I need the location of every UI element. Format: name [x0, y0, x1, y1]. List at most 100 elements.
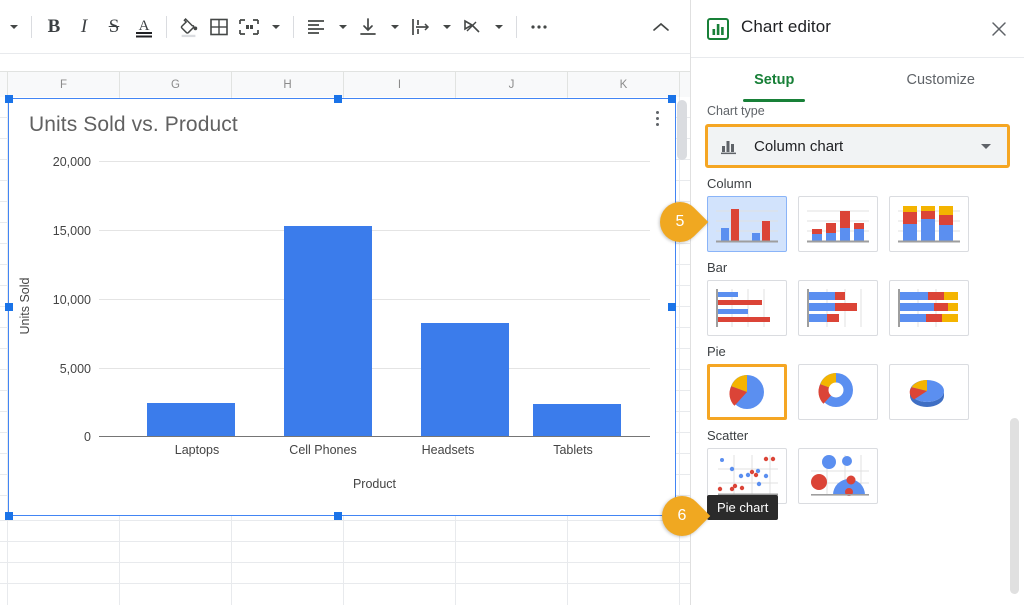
chart-type-select[interactable]: Column chart [705, 124, 1010, 168]
close-icon[interactable] [986, 16, 1012, 42]
chart-title: Units Sold vs. Product [29, 113, 238, 136]
thumb-doughnut-chart[interactable] [798, 364, 878, 420]
chart-object[interactable]: Units Sold vs. Product Units Sold 20,000… [8, 98, 676, 516]
y-tick-label: 5,000 [59, 362, 91, 376]
chevron-down-icon [981, 143, 991, 149]
chart-bar-laptops [147, 403, 235, 436]
more-options-button[interactable] [524, 12, 554, 42]
thumb-3d-pie-chart[interactable] [889, 364, 969, 420]
x-tick-label: Tablets [553, 443, 593, 457]
chart-type-label: Chart type [707, 104, 765, 118]
toolbar-divider-4 [516, 16, 517, 38]
column-chart-icon [720, 137, 740, 155]
bold-button[interactable]: B [39, 12, 69, 42]
tab-setup[interactable]: Setup [691, 58, 858, 102]
fill-color-button[interactable] [174, 12, 204, 42]
column-header-F[interactable]: F [8, 72, 120, 98]
align-left-icon [308, 20, 324, 34]
resize-handle-bottom-left[interactable] [5, 512, 13, 520]
merge-cells-icon [239, 19, 259, 35]
resize-handle-middle-right[interactable] [668, 303, 676, 311]
toolbar-divider-1 [31, 16, 32, 38]
chart-bar-tablets [533, 404, 621, 436]
chart-group-title: Column [707, 176, 752, 191]
chart-editor-tabs: Setup Customize [691, 58, 1024, 102]
text-rotation-icon [464, 19, 480, 33]
merge-cells-caret-icon[interactable] [264, 12, 286, 42]
text-wrapping-caret-icon[interactable] [435, 12, 457, 42]
strikethrough-button[interactable]: S [99, 12, 129, 42]
borders-button[interactable] [204, 12, 234, 42]
y-tick-label: 20,000 [52, 155, 91, 169]
chart-group-bar: Bar [691, 260, 1024, 336]
column-header-I[interactable]: I [344, 72, 456, 98]
tab-customize[interactable]: Customize [858, 58, 1024, 102]
vertical-align-bottom-icon [360, 18, 376, 35]
x-tick-label: Laptops [174, 443, 220, 457]
spreadsheet-vertical-scrollbar[interactable] [677, 100, 687, 160]
resize-handle-top-left[interactable] [5, 95, 13, 103]
chart-group-title: Bar [707, 260, 728, 275]
chevron-up-icon [653, 22, 669, 31]
merge-cells-button[interactable] [234, 12, 264, 42]
thumb-stacked-bar[interactable] [798, 280, 878, 336]
chart-group-title: Pie [707, 344, 726, 359]
borders-icon [210, 18, 228, 36]
resize-handle-top-center[interactable] [334, 95, 342, 103]
text-rotation-caret-icon[interactable] [487, 12, 509, 42]
chart-group-pie: Pie [691, 344, 1024, 420]
collapse-toolbar-button[interactable] [646, 12, 676, 42]
resize-handle-top-right[interactable] [668, 95, 676, 103]
pie-chart-tooltip: Pie chart [707, 495, 779, 520]
resize-handle-middle-left[interactable] [5, 303, 13, 311]
chart-x-axis-line [99, 436, 650, 437]
chart-plot-area [99, 161, 650, 437]
chart-bar-headsets [421, 323, 509, 436]
column-header-G[interactable]: G [120, 72, 232, 98]
column-header-H[interactable]: H [232, 72, 344, 98]
thumb-clustered-column[interactable] [707, 196, 787, 252]
thumb-clustered-bar[interactable] [707, 280, 787, 336]
thumb-stacked-column[interactable] [798, 196, 878, 252]
vertical-align-button[interactable] [353, 12, 383, 42]
callout-number: 5 [675, 213, 685, 230]
horizontal-align-button[interactable] [301, 12, 331, 42]
chart-bar-cell-phones [284, 226, 372, 436]
formatting-toolbar: B I S A [0, 0, 690, 54]
bar-chart-icon [707, 18, 729, 40]
horizontal-align-caret-icon[interactable] [331, 12, 353, 42]
text-color-button[interactable]: A [129, 12, 159, 42]
y-tick-label: 0 [84, 430, 91, 444]
chart-group-title: Scatter [707, 428, 749, 443]
google-sheets-chart-editor-screen: B I S A F G H I J K Units Sold vs. Produ… [0, 0, 1024, 605]
thumb-bubble-chart[interactable] [798, 448, 878, 504]
toolbar-divider-3 [293, 16, 294, 38]
chart-y-axis-ticks: 20,000 15,000 10,000 5,000 0 [9, 155, 91, 444]
chart-options-menu-icon[interactable] [649, 107, 665, 129]
chart-group-scatter: Scatter [691, 428, 1024, 504]
thumb-100-percent-stacked-bar[interactable] [889, 280, 969, 336]
chart-editor-body: Chart type Column chart Column Bar Pie S… [691, 104, 1024, 605]
chart-x-axis-title: Product [352, 477, 397, 491]
spreadsheet-area: B I S A F G H I J K Units Sold vs. Produ… [0, 0, 690, 605]
y-tick-label: 15,000 [52, 224, 91, 238]
y-tick-label: 10,000 [52, 293, 91, 307]
column-header-row: F G H I J K [0, 71, 690, 99]
column-header-J[interactable]: J [456, 72, 568, 98]
chart-editor-scrollbar[interactable] [1010, 418, 1019, 594]
font-size-dropdown-caret-icon[interactable] [2, 12, 24, 42]
vertical-align-caret-icon[interactable] [383, 12, 405, 42]
text-rotation-button[interactable] [457, 12, 487, 42]
resize-handle-bottom-center[interactable] [334, 512, 342, 520]
italic-button[interactable]: I [69, 12, 99, 42]
thumb-pie-chart[interactable] [707, 364, 787, 420]
formula-bar-strip [0, 54, 690, 71]
text-wrapping-button[interactable] [405, 12, 435, 42]
more-horizontal-icon [531, 25, 547, 29]
column-header-K[interactable]: K [568, 72, 680, 98]
x-tick-label: Headsets [421, 443, 475, 457]
thumb-100-percent-stacked-column[interactable] [889, 196, 969, 252]
chart-type-selected-value: Column chart [754, 137, 844, 155]
callout-number: 6 [677, 507, 687, 524]
callout-badge-6: 6 [653, 487, 711, 545]
